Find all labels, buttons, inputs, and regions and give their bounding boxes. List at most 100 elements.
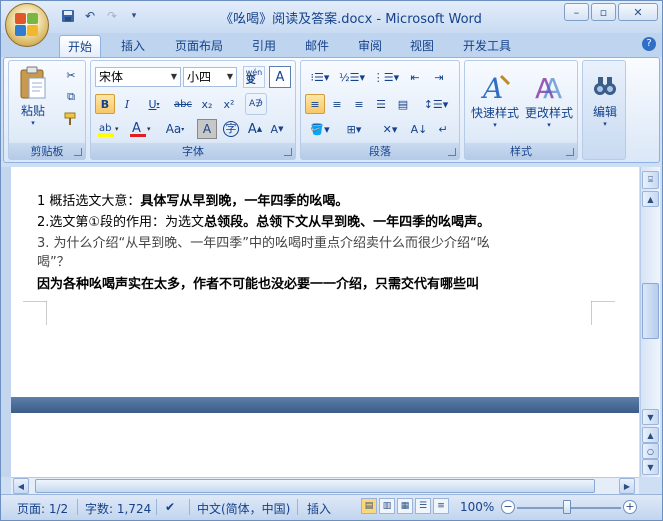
decrease-indent-icon: ⇤	[410, 70, 420, 84]
page-count[interactable]: 页面: 1/2	[17, 500, 68, 517]
help-button[interactable]: ?	[642, 37, 656, 51]
paragraph-launcher[interactable]	[448, 148, 456, 156]
tab-home[interactable]: 开始	[59, 35, 102, 57]
font-color-button[interactable]: A ▾	[127, 119, 155, 139]
scroll-right-button[interactable]: ▶	[619, 478, 635, 494]
tab-developer[interactable]: 开发工具	[455, 35, 519, 57]
justify-icon: ☰	[376, 97, 386, 111]
numbering-button[interactable]: ½☰▾	[337, 67, 367, 87]
show-marks-button[interactable]: ↵	[433, 119, 453, 139]
character-shading-button[interactable]: A	[197, 119, 217, 139]
full-screen-reading-button[interactable]: ▥	[379, 498, 395, 514]
clear-formatting-button[interactable]: A∌	[245, 93, 267, 115]
font-size-value: 小四	[187, 70, 212, 84]
shading-button[interactable]: 🪣▾	[305, 119, 335, 139]
ruler-toggle-button[interactable]: ⌸	[642, 171, 659, 189]
borders-button[interactable]: ⊞▾	[339, 119, 369, 139]
close-button[interactable]: ✕	[618, 3, 658, 21]
minimize-button[interactable]: –	[564, 3, 589, 21]
horizontal-scroll-thumb[interactable]	[35, 479, 595, 493]
editing-button[interactable]: 编辑 ▾	[585, 65, 625, 135]
print-layout-view-button[interactable]: ▤	[361, 498, 377, 514]
change-styles-button[interactable]: AA 更改样式 ▾	[523, 65, 575, 135]
clipboard-launcher[interactable]	[74, 148, 82, 156]
tab-page-layout[interactable]: 页面布局	[167, 35, 231, 57]
align-right-button[interactable]: ≡	[349, 94, 369, 114]
arrow-left-icon: ◀	[17, 481, 25, 491]
subscript-button[interactable]: x₂	[197, 94, 217, 114]
proofing-icon[interactable]: ✔	[165, 500, 175, 514]
zoom-slider-knob[interactable]	[563, 500, 571, 514]
align-center-button[interactable]: ≡	[327, 94, 347, 114]
doc-line-2-bold: 总领段。总领下文从早到晚、一年四季的吆喝声。	[204, 215, 491, 230]
justify-button[interactable]: ☰	[371, 94, 391, 114]
bullets-icon: ⁝☰▾	[310, 70, 330, 84]
svg-text:A: A	[480, 72, 503, 104]
paste-button[interactable]: 粘贴 ▾	[15, 65, 51, 127]
multilevel-list-button[interactable]: ⋮☰▾	[371, 67, 401, 87]
draft-view-button[interactable]: ≡	[433, 498, 449, 514]
zoom-level[interactable]: 100%	[460, 500, 494, 514]
character-border-button[interactable]: A	[269, 66, 291, 88]
undo-button[interactable]: ↶	[81, 7, 99, 25]
cut-button[interactable]: ✂	[61, 65, 81, 85]
distributed-button[interactable]: ▤	[393, 94, 413, 114]
previous-page-button[interactable]: ▲	[642, 427, 659, 443]
vertical-scroll-thumb[interactable]	[642, 283, 659, 339]
tab-review[interactable]: 审阅	[350, 35, 390, 57]
superscript-button[interactable]: x²	[219, 94, 239, 114]
font-name-combo[interactable]: 宋体 ▼	[95, 67, 181, 87]
zoom-out-button[interactable]: −	[501, 500, 515, 514]
change-case-button[interactable]: Aa ▾	[161, 119, 189, 139]
line-spacing-button[interactable]: ↕☰▾	[421, 94, 451, 114]
shrink-font-button[interactable]: A ▼	[267, 119, 287, 139]
sort-button[interactable]: A↓	[409, 119, 429, 139]
quick-styles-button[interactable]: A 快速样式 ▾	[469, 65, 521, 135]
font-launcher[interactable]	[284, 148, 292, 156]
paste-icon	[20, 66, 46, 98]
text-highlight-button[interactable]: ab ▾	[95, 119, 123, 139]
tab-insert[interactable]: 插入	[113, 35, 153, 57]
italic-button[interactable]: I	[117, 94, 137, 114]
select-browse-object-button[interactable]: ○	[642, 443, 659, 459]
scroll-left-button[interactable]: ◀	[13, 478, 29, 494]
strikethrough-button[interactable]: abc	[171, 94, 195, 114]
bullets-button[interactable]: ⁝☰▾	[305, 67, 335, 87]
styles-launcher[interactable]	[566, 148, 574, 156]
zoom-in-button[interactable]: +	[623, 500, 637, 514]
phonetic-guide-button[interactable]: wén 变	[243, 66, 265, 88]
word-count[interactable]: 字数: 1,724	[85, 500, 151, 517]
document-page-2[interactable]	[11, 413, 639, 477]
insert-mode[interactable]: 插入	[307, 500, 331, 517]
outline-view-button[interactable]: ☰	[415, 498, 431, 514]
web-layout-button[interactable]: ▦	[397, 498, 413, 514]
format-painter-button[interactable]	[61, 109, 81, 129]
tab-view[interactable]: 视图	[402, 35, 442, 57]
enclose-character-button[interactable]: 字	[221, 119, 241, 139]
grow-font-button[interactable]: A ▲	[245, 119, 265, 139]
asian-layout-icon: ✕▾	[382, 122, 398, 136]
bold-button[interactable]: B	[95, 94, 115, 114]
decrease-indent-button[interactable]: ⇤	[405, 67, 425, 87]
save-button[interactable]	[59, 7, 77, 25]
scroll-down-button[interactable]: ▼	[642, 409, 659, 425]
vertical-scrollbar[interactable]: ⌸ ▲ ▼ ▲ ○ ▼	[640, 167, 660, 477]
tab-mailings[interactable]: 邮件	[297, 35, 337, 57]
next-page-button[interactable]: ▼	[642, 459, 659, 475]
language-indicator[interactable]: 中文(简体，中国)	[197, 500, 290, 517]
office-button[interactable]	[5, 3, 49, 47]
underline-button[interactable]: U ▾	[141, 94, 167, 114]
tab-references[interactable]: 引用	[244, 35, 284, 57]
scroll-up-button[interactable]: ▲	[642, 191, 659, 207]
qat-customize-button[interactable]: ▾	[125, 7, 143, 25]
asian-layout-button[interactable]: ✕▾	[375, 119, 405, 139]
restore-button[interactable]: ▫	[591, 3, 616, 21]
paint-bucket-icon: 🪣▾	[310, 122, 330, 136]
align-left-button[interactable]: ≡	[305, 94, 325, 114]
increase-indent-button[interactable]: ⇥	[429, 67, 449, 87]
copy-button[interactable]: ⧉	[61, 87, 81, 107]
horizontal-scrollbar[interactable]: ◀ ▶	[11, 477, 639, 494]
status-divider	[297, 499, 298, 515]
redo-button[interactable]: ↷	[103, 7, 121, 25]
font-size-combo[interactable]: 小四 ▼	[183, 67, 237, 87]
